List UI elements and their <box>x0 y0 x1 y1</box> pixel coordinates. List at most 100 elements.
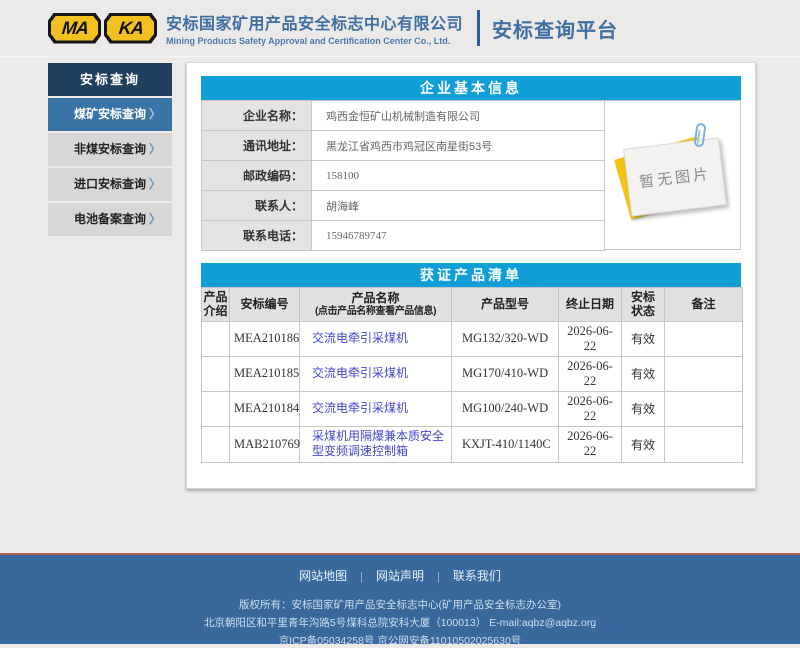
table-row: MEA210185 交流电牵引采煤机 MG170/410-WD 2026-06-… <box>202 356 743 391</box>
product-status-cell: 有效 <box>622 391 665 426</box>
org-name-cn: 安标国家矿用产品安全标志中心有限公司 <box>166 10 463 34</box>
product-model-cell: KXJT-410/1140C <box>452 426 559 462</box>
product-code-cell: MAB210769 <box>230 426 300 462</box>
sidebar-item-label: 非煤安标查询 <box>74 142 146 156</box>
sidebar-item-import-query[interactable]: 进口安标查询 〉 <box>48 168 172 201</box>
product-name-link[interactable]: 交流电牵引采煤机 <box>312 331 408 345</box>
footer-copyright: 版权所有：安标国家矿用产品安全标志中心(矿用产品安全标志办公室) <box>0 597 800 612</box>
table-row: 联系电话： 15946789747 <box>202 221 605 251</box>
product-name-cell: 采煤机用隔爆兼本质安全型变频调速控制箱 <box>300 426 452 462</box>
org-name-en: Mining Products Safety Approval and Cert… <box>166 36 463 46</box>
col-header-enddate: 终止日期 <box>559 288 622 322</box>
footer-separator: | <box>437 571 440 583</box>
sidebar: 安标查询 煤矿安标查询 〉 非煤安标查询 〉 进口安标查询 〉 电池备案查询 〉 <box>48 63 172 236</box>
products-table: 产品 介绍 安标编号 产品名称 (点击产品名称查看产品信息) 产品型号 <box>201 287 743 463</box>
postcode-value: 158100 <box>312 161 605 191</box>
footer-address: 北京朝阳区和平里青年沟路5号煤科总院安科大厦（100013） E-mail:aq… <box>0 615 800 630</box>
no-image-text: 暂无图片 <box>638 162 712 192</box>
product-code-cell: MEA210186 <box>230 321 300 356</box>
sidebar-item-label: 电池备案查询 <box>74 212 146 226</box>
col-header-line: 状态 <box>623 304 663 318</box>
chevron-right-icon: 〉 <box>149 133 161 166</box>
product-note-cell <box>665 356 743 391</box>
site-header: MA KA 安标国家矿用产品安全标志中心有限公司 Mining Products… <box>0 0 800 57</box>
table-header-row: 产品 介绍 安标编号 产品名称 (点击产品名称查看产品信息) 产品型号 <box>202 288 743 322</box>
product-status-cell: 有效 <box>622 321 665 356</box>
logo-ma-text: MA <box>60 18 88 39</box>
product-code-cell: MEA210184 <box>230 391 300 426</box>
product-model-cell: MG132/320-WD <box>452 321 559 356</box>
sidebar-item-battery-query[interactable]: 电池备案查询 〉 <box>48 203 172 236</box>
product-image-placeholder: 暂无图片 <box>605 100 741 250</box>
col-header-line: 介绍 <box>203 304 228 318</box>
chevron-right-icon: 〉 <box>149 168 161 201</box>
col-header-line: 备注 <box>691 297 715 311</box>
logo-badge-ma-icon: MA <box>48 13 101 44</box>
col-header-line: 产品名称 <box>351 291 399 305</box>
footer-icp: 京ICP备05034258号 京公网安备11010502025630号 <box>0 633 800 648</box>
logo-badge-ka-icon: KA <box>104 13 157 44</box>
table-row: 邮政编码： 158100 <box>202 161 605 191</box>
field-label: 企业名称： <box>202 101 312 131</box>
main-area: 安标查询 煤矿安标查询 〉 非煤安标查询 〉 进口安标查询 〉 电池备案查询 〉… <box>0 57 800 553</box>
col-header-line: 产品型号 <box>481 297 529 311</box>
product-model-cell: MG100/240-WD <box>452 391 559 426</box>
table-row: 通讯地址： 黑龙江省鸡西市鸡冠区南星街53号 <box>202 131 605 161</box>
photo-card-front-icon: 暂无图片 <box>623 137 727 216</box>
chevron-right-icon: 〉 <box>149 98 161 131</box>
product-status-cell: 有效 <box>622 356 665 391</box>
product-intro-cell <box>202 426 230 462</box>
company-name-value: 鸡西金恒矿山机械制造有限公司 <box>312 101 605 131</box>
maka-logo[interactable]: MA KA <box>48 13 157 44</box>
sidebar-title: 安标查询 <box>48 63 172 96</box>
sidebar-item-label: 进口安标查询 <box>74 177 146 191</box>
footer-separator: | <box>360 571 363 583</box>
field-label: 邮政编码： <box>202 161 312 191</box>
header-divider <box>477 10 480 46</box>
sidebar-item-noncoal-query[interactable]: 非煤安标查询 〉 <box>48 133 172 166</box>
org-title-block: 安标国家矿用产品安全标志中心有限公司 Mining Products Safet… <box>166 10 463 46</box>
footer-link-statement[interactable]: 网站声明 <box>376 569 424 583</box>
footer-link-contact[interactable]: 联系我们 <box>453 569 501 583</box>
footer-link-sitemap[interactable]: 网站地图 <box>299 569 347 583</box>
field-label: 联系人： <box>202 191 312 221</box>
field-label: 通讯地址： <box>202 131 312 161</box>
platform-title: 安标查询平台 <box>492 14 618 43</box>
product-name-link[interactable]: 交流电牵引采煤机 <box>312 401 408 415</box>
product-intro-cell <box>202 321 230 356</box>
product-note-cell <box>665 321 743 356</box>
sidebar-item-coal-query[interactable]: 煤矿安标查询 〉 <box>48 98 172 131</box>
product-name-cell: 交流电牵引采煤机 <box>300 321 452 356</box>
contact-name-value: 胡海峰 <box>312 191 605 221</box>
product-name-cell: 交流电牵引采煤机 <box>300 356 452 391</box>
logo-ka-text: KA <box>117 18 143 39</box>
products-section-header: 获证产品清单 <box>201 263 741 287</box>
product-name-cell: 交流电牵引采煤机 <box>300 391 452 426</box>
product-code-cell: MEA210185 <box>230 356 300 391</box>
contact-phone-value: 15946789747 <box>312 221 605 251</box>
product-enddate-cell: 2026-06-22 <box>559 426 622 462</box>
col-header-line: 终止日期 <box>566 297 614 311</box>
col-header-line: 安标编号 <box>240 297 288 311</box>
col-header-status: 安标 状态 <box>622 288 665 322</box>
product-intro-cell <box>202 391 230 426</box>
col-header-code: 安标编号 <box>230 288 300 322</box>
sidebar-item-label: 煤矿安标查询 <box>74 107 146 121</box>
enterprise-section-header: 企业基本信息 <box>201 76 741 100</box>
field-label: 联系电话： <box>202 221 312 251</box>
col-header-intro: 产品 介绍 <box>202 288 230 322</box>
product-name-link[interactable]: 采煤机用隔爆兼本质安全型变频调速控制箱 <box>312 429 444 459</box>
table-row: MAB210769 采煤机用隔爆兼本质安全型变频调速控制箱 KXJT-410/1… <box>202 426 743 462</box>
product-enddate-cell: 2026-06-22 <box>559 391 622 426</box>
product-name-link[interactable]: 交流电牵引采煤机 <box>312 366 408 380</box>
product-model-cell: MG170/410-WD <box>452 356 559 391</box>
table-row: 企业名称： 鸡西金恒矿山机械制造有限公司 <box>202 101 605 131</box>
col-header-model: 产品型号 <box>452 288 559 322</box>
enterprise-info-wrap: 企业名称： 鸡西金恒矿山机械制造有限公司 通讯地址： 黑龙江省鸡西市鸡冠区南星街… <box>201 100 741 251</box>
col-header-line: (点击产品名称查看产品信息) <box>301 306 450 318</box>
address-value: 黑龙江省鸡西市鸡冠区南星街53号 <box>312 131 605 161</box>
product-intro-cell <box>202 356 230 391</box>
col-header-note: 备注 <box>665 288 743 322</box>
col-header-name: 产品名称 (点击产品名称查看产品信息) <box>300 288 452 322</box>
col-header-line: 产品 <box>203 290 227 304</box>
